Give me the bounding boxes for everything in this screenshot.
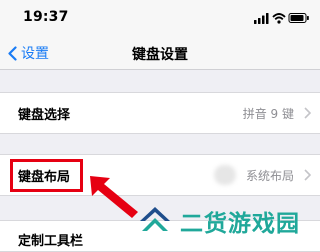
status-time: 19:37 bbox=[23, 9, 69, 25]
row-value: 系统布局 bbox=[245, 169, 294, 183]
arrow-icon bbox=[90, 176, 138, 218]
keyboard-selection-row[interactable]: 键盘选择 拼音 9 键 bbox=[0, 92, 320, 134]
watermark-text: 二货游戏园 bbox=[180, 211, 300, 237]
page-title: 键盘设置 bbox=[132, 47, 188, 63]
blurred-overlay bbox=[214, 165, 236, 185]
signal-icon bbox=[254, 13, 269, 24]
wifi-icon bbox=[272, 13, 286, 24]
highlight-box bbox=[10, 159, 83, 192]
status-icons bbox=[254, 13, 309, 24]
watermark: 二货游戏园 bbox=[138, 200, 320, 242]
row-label: 定制工具栏 bbox=[18, 234, 84, 249]
watermark-logo-icon bbox=[140, 207, 170, 231]
chevron-right-icon bbox=[304, 107, 311, 119]
chevron-right-icon bbox=[304, 169, 311, 181]
status-bar: 19:37 bbox=[0, 0, 320, 36]
navigation-bar: 设置 键盘设置 bbox=[0, 36, 320, 70]
battery-icon bbox=[288, 13, 309, 23]
row-label: 键盘选择 bbox=[18, 108, 71, 123]
row-value: 拼音 9 键 bbox=[242, 107, 294, 121]
